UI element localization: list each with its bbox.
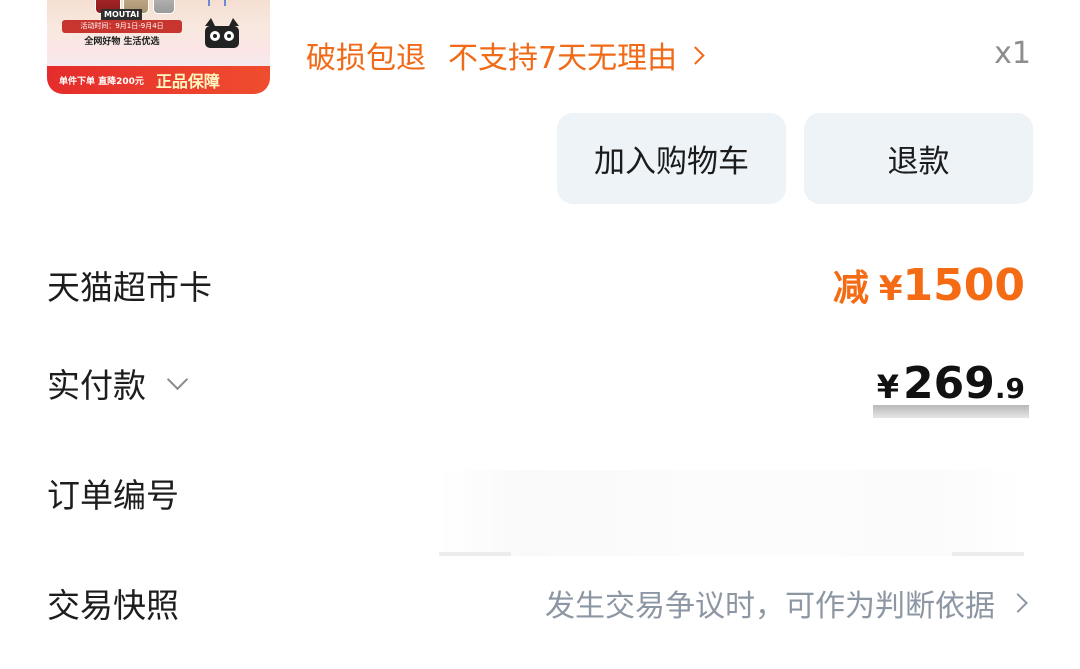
promo-strip: 单件下单 直降200元 正品保障 — [47, 66, 270, 94]
order-number-redacted — [439, 470, 1024, 556]
add-to-cart-button[interactable]: 加入购物车 — [557, 113, 786, 204]
paid-amount-toggle[interactable]: 实付款 — [47, 359, 189, 407]
transaction-snapshot-row[interactable]: 交易快照 发生交易争议时，可作为判断依据 — [47, 575, 1028, 631]
service-tags: 破损包退 不支持7天无理由 — [306, 33, 705, 77]
redaction-edge — [439, 552, 511, 556]
paid-integer: 269 — [903, 357, 995, 409]
discount-prefix: 减 — [832, 268, 869, 309]
product-thumbnail[interactable]: MOUTAI 活动时间：9月1日-9月4日 全网好物 生活优选 单件下单 直降2… — [47, 0, 270, 94]
paid-currency: ¥ — [876, 367, 900, 406]
tmall-card-row: 天猫超市卡 减 ¥ 1500 — [47, 257, 1025, 313]
discount-amount: 1500 — [902, 260, 1025, 311]
transaction-snapshot-hint: 发生交易争议时，可作为判断依据 — [545, 581, 1028, 625]
bottle-icon — [153, 0, 175, 14]
chevron-right-icon — [1008, 593, 1028, 613]
discount-currency: ¥ — [878, 269, 903, 309]
product-date-label: 活动时间：9月1日-9月4日 — [62, 20, 182, 33]
no-return-policy-link[interactable]: 不支持7天无理由 — [448, 33, 705, 77]
tmall-card-discount: 减 ¥ 1500 — [833, 259, 1025, 311]
tmall-cat-icon — [205, 18, 239, 48]
damage-return-tag: 破损包退 — [306, 41, 426, 76]
promo-text: 单件下单 直降200元 — [59, 76, 144, 87]
paid-decimal: .9 — [994, 371, 1025, 405]
redaction-edge — [952, 552, 1024, 556]
snapshot-hint-text: 发生交易争议时，可作为判断依据 — [545, 589, 995, 624]
product-tagline: 全网好物 生活优选 — [84, 37, 160, 47]
chevron-right-icon — [686, 45, 705, 65]
paid-amount-row: 实付款 ¥ 269 .9 — [47, 355, 1029, 418]
paid-amount: ¥ 269 .9 — [872, 357, 1029, 418]
item-quantity: x1 — [994, 36, 1031, 71]
transaction-snapshot-label: 交易快照 — [47, 586, 179, 625]
no-return-policy-label: 不支持7天无理由 — [448, 41, 678, 76]
wine-glass-icon — [208, 0, 226, 6]
order-number-label: 订单编号 — [47, 476, 179, 515]
product-brand-label: MOUTAI — [101, 9, 143, 20]
genuine-guarantee-text: 正品保障 — [155, 72, 220, 91]
chevron-down-icon — [166, 368, 189, 390]
tmall-card-label: 天猫超市卡 — [47, 268, 212, 307]
refund-button[interactable]: 退款 — [804, 113, 1033, 204]
paid-amount-label: 实付款 — [47, 366, 146, 405]
